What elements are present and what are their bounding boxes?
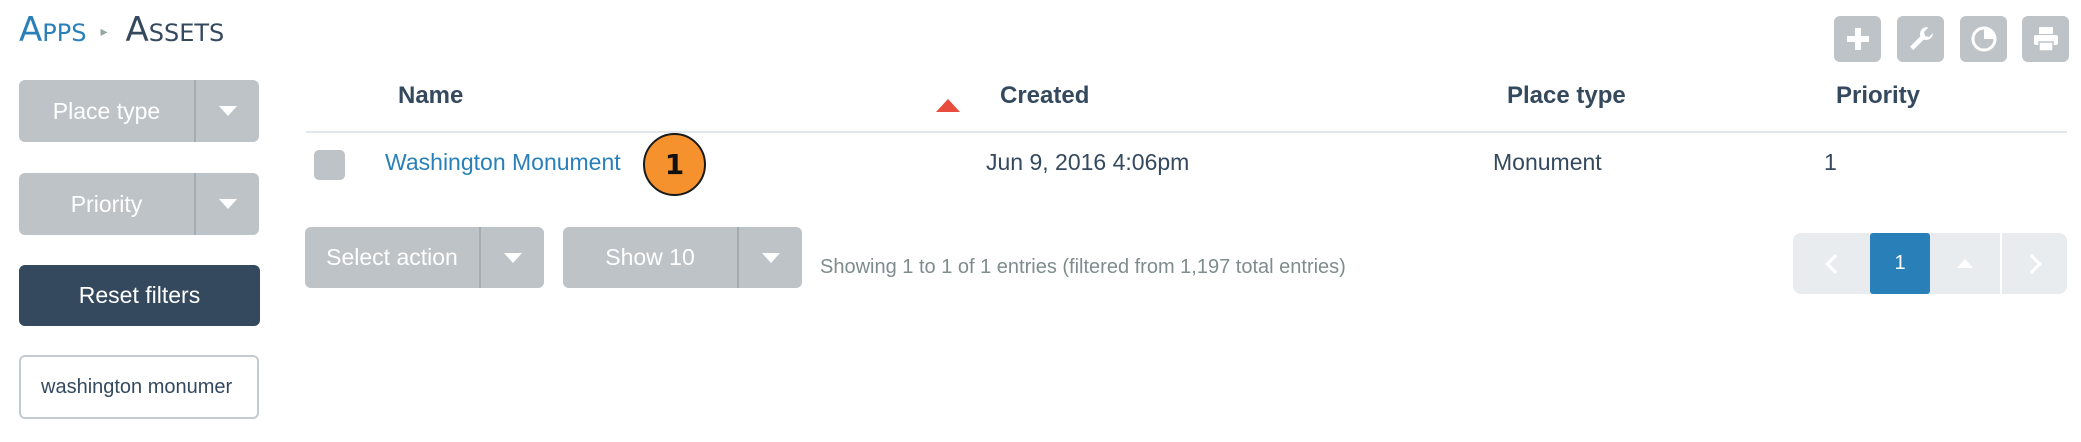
- first-page-button[interactable]: [1930, 233, 2000, 294]
- chevron-right-icon: [2021, 253, 2042, 274]
- place-type-filter-label: Place type: [52, 97, 161, 124]
- search-input[interactable]: [19, 355, 259, 419]
- page-size-toggle[interactable]: [739, 227, 803, 288]
- priority-filter[interactable]: Priority: [19, 173, 259, 235]
- add-button[interactable]: [1834, 16, 1881, 62]
- page-title: Assets: [125, 10, 225, 50]
- select-action-dropdown[interactable]: Select action: [305, 227, 544, 288]
- column-header-place-type[interactable]: Place type: [1507, 82, 1626, 110]
- priority-toggle[interactable]: [196, 173, 259, 235]
- header-divider: [306, 131, 2067, 133]
- reset-filters-button[interactable]: Reset filters: [19, 265, 260, 326]
- row-checkbox[interactable]: [314, 150, 345, 180]
- triangle-up-icon: [1957, 259, 1973, 268]
- chevron-left-icon: [1824, 253, 1845, 274]
- printer-icon: [2033, 27, 2058, 52]
- column-header-name[interactable]: Name: [398, 82, 463, 110]
- select-action-toggle[interactable]: [481, 227, 545, 288]
- wrench-icon: [1909, 27, 1933, 50]
- asset-name-link[interactable]: Washington Monument: [385, 149, 621, 176]
- created-cell: Jun 9, 2016 4:06pm: [986, 149, 1190, 175]
- place-type-filter[interactable]: Place type: [19, 80, 259, 142]
- prev-page-button[interactable]: [1793, 233, 1870, 294]
- print-button[interactable]: [2022, 16, 2069, 62]
- column-header-priority[interactable]: Priority: [1836, 82, 1920, 110]
- pie-chart-icon: [1971, 26, 1996, 52]
- table-summary: Showing 1 to 1 of 1 entries (filtered fr…: [820, 256, 1346, 278]
- pagination: 1: [1793, 233, 2067, 294]
- plus-icon: [1846, 28, 1869, 50]
- priority-cell: 1: [1824, 149, 1837, 175]
- priority-filter-label: Priority: [70, 190, 143, 217]
- page-size-label: Show 10: [605, 244, 695, 270]
- select-action-label: Select action: [326, 244, 458, 270]
- place-type-toggle[interactable]: [196, 80, 259, 142]
- breadcrumb-apps-link[interactable]: Apps: [19, 10, 86, 50]
- place-type-cell: Monument: [1493, 149, 1602, 175]
- column-header-created[interactable]: Created: [1000, 82, 1089, 110]
- next-page-button[interactable]: [2002, 233, 2067, 294]
- step-marker-badge: 1: [643, 133, 706, 196]
- settings-button[interactable]: [1897, 16, 1944, 62]
- chevron-down-icon: [504, 252, 522, 263]
- breadcrumb: Apps ▸ Assets: [19, 10, 224, 50]
- chevron-down-icon: [218, 199, 237, 209]
- page-1-button[interactable]: 1: [1870, 233, 1930, 294]
- breadcrumb-separator-icon: ▸: [100, 24, 108, 40]
- page-size-dropdown[interactable]: Show 10: [563, 227, 802, 288]
- chevron-down-icon: [762, 252, 780, 263]
- sort-ascending-icon[interactable]: [936, 99, 960, 112]
- reports-button[interactable]: [1960, 16, 2007, 62]
- chevron-down-icon: [218, 106, 237, 116]
